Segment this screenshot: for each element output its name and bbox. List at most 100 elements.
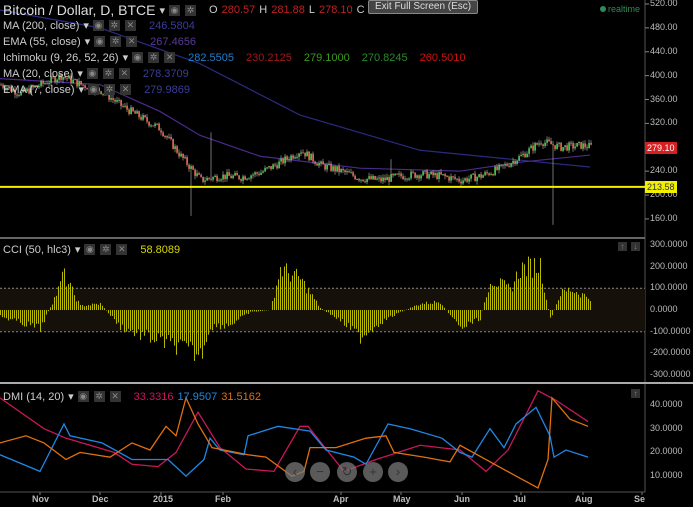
eye-icon[interactable]: ◉: [92, 20, 104, 31]
cci-bar: [576, 292, 577, 310]
gear-icon[interactable]: ✲: [108, 20, 120, 31]
dropdown-icon[interactable]: ▾: [68, 390, 74, 403]
cci-bar: [94, 303, 95, 310]
candle: [356, 179, 358, 181]
candle: [112, 98, 114, 100]
indicator-title[interactable]: Ichimoku (9, 26, 52, 26): [3, 52, 119, 64]
dropdown-icon[interactable]: ▾: [75, 243, 81, 256]
candle: [370, 176, 372, 180]
cci-bar: [56, 295, 57, 310]
cci-bar: [300, 279, 301, 310]
reset-button[interactable]: ↻: [337, 462, 357, 482]
gear-icon[interactable]: ✲: [100, 244, 112, 255]
indicator-title[interactable]: MA (200, close): [3, 20, 79, 32]
dropdown-icon[interactable]: ▾: [160, 4, 166, 17]
dropdown-icon[interactable]: ▾: [77, 67, 83, 80]
candle: [234, 173, 236, 176]
eye-icon[interactable]: ◉: [77, 391, 89, 402]
cci-bar: [496, 286, 497, 310]
time-tick-label: Nov: [32, 494, 50, 504]
candle: [446, 176, 448, 178]
candle: [450, 176, 452, 181]
cci-bar: [28, 310, 29, 322]
close-icon[interactable]: ✕: [116, 244, 128, 255]
move-down-icon[interactable]: ↓: [631, 242, 640, 251]
candle: [548, 139, 550, 142]
gear-icon[interactable]: ✲: [104, 84, 116, 95]
cci-bar: [418, 305, 419, 310]
candle: [404, 178, 406, 180]
close-icon[interactable]: ✕: [109, 391, 121, 402]
gear-icon[interactable]: ✲: [93, 391, 105, 402]
cci-bar: [2, 310, 3, 318]
cci-bar: [286, 263, 287, 310]
candle: [250, 175, 252, 179]
zoom-in-button[interactable]: +: [363, 462, 383, 482]
cci-bar: [246, 310, 247, 314]
candle: [232, 175, 234, 179]
eye-icon[interactable]: ◉: [169, 4, 181, 16]
close-icon[interactable]: ✕: [118, 68, 130, 79]
close-icon[interactable]: ✕: [164, 52, 176, 63]
gear-icon[interactable]: ✲: [110, 36, 122, 47]
cci-bar: [250, 310, 251, 312]
eye-icon[interactable]: ◉: [84, 244, 96, 255]
eye-icon[interactable]: ◉: [88, 84, 100, 95]
dmi-tick-label: 30.0000: [650, 422, 683, 433]
cci-title[interactable]: CCI (50, hlc3): [3, 244, 71, 256]
cci-bar: [452, 310, 453, 318]
candle: [242, 176, 244, 181]
candle: [564, 145, 566, 148]
move-up-icon[interactable]: ↑: [631, 389, 640, 398]
zoom-out-button[interactable]: −: [310, 462, 330, 482]
dropdown-icon[interactable]: ▾: [83, 19, 89, 32]
eye-icon[interactable]: ◉: [86, 68, 98, 79]
symbol-title[interactable]: Bitcoin / Dollar, D, BTCE: [3, 2, 156, 18]
cci-tick-label: 200.0000: [650, 260, 688, 271]
candle: [530, 145, 532, 149]
candle: [554, 145, 556, 150]
candle: [536, 143, 538, 145]
candle: [164, 135, 166, 137]
cci-bar: [458, 310, 459, 326]
cci-bar: [116, 310, 117, 324]
candle: [402, 176, 404, 180]
cci-bar: [158, 310, 159, 334]
close-icon[interactable]: ✕: [124, 20, 136, 31]
cci-bar: [222, 310, 223, 326]
close-icon[interactable]: ✕: [120, 84, 132, 95]
cci-bar: [318, 305, 319, 310]
dropdown-icon[interactable]: ▾: [79, 83, 85, 96]
cci-bar: [588, 298, 589, 310]
eye-icon[interactable]: ◉: [132, 52, 144, 63]
cci-bar: [512, 291, 513, 310]
close-icon[interactable]: ✕: [126, 36, 138, 47]
scroll-right-button[interactable]: ›: [388, 462, 408, 482]
gear-icon[interactable]: ✲: [102, 68, 114, 79]
cci-bar: [130, 310, 131, 332]
cci-bar: [216, 310, 217, 328]
gear-icon[interactable]: ✲: [148, 52, 160, 63]
scroll-left-button[interactable]: ‹: [285, 462, 305, 482]
candle: [506, 164, 508, 166]
cci-bar: [478, 310, 479, 322]
cci-bar: [310, 294, 311, 310]
dropdown-icon[interactable]: ▾: [85, 35, 91, 48]
move-up-icon[interactable]: ↑: [618, 242, 627, 251]
candle: [430, 171, 432, 175]
indicator-title[interactable]: MA (20, close): [3, 68, 73, 80]
cci-bar: [44, 310, 45, 323]
candle: [202, 176, 204, 182]
cci-bar: [546, 299, 547, 310]
eye-icon[interactable]: ◉: [94, 36, 106, 47]
cci-bar: [548, 308, 549, 310]
indicator-title[interactable]: EMA (7, close): [3, 84, 75, 96]
candle: [210, 178, 212, 180]
cci-bar: [14, 310, 15, 319]
dmi-title[interactable]: DMI (14, 20): [3, 391, 64, 403]
dropdown-icon[interactable]: ▾: [123, 51, 129, 64]
gear-icon[interactable]: ✲: [185, 4, 197, 16]
candle: [510, 163, 512, 167]
open-label: O: [209, 4, 218, 16]
indicator-title[interactable]: EMA (55, close): [3, 36, 81, 48]
